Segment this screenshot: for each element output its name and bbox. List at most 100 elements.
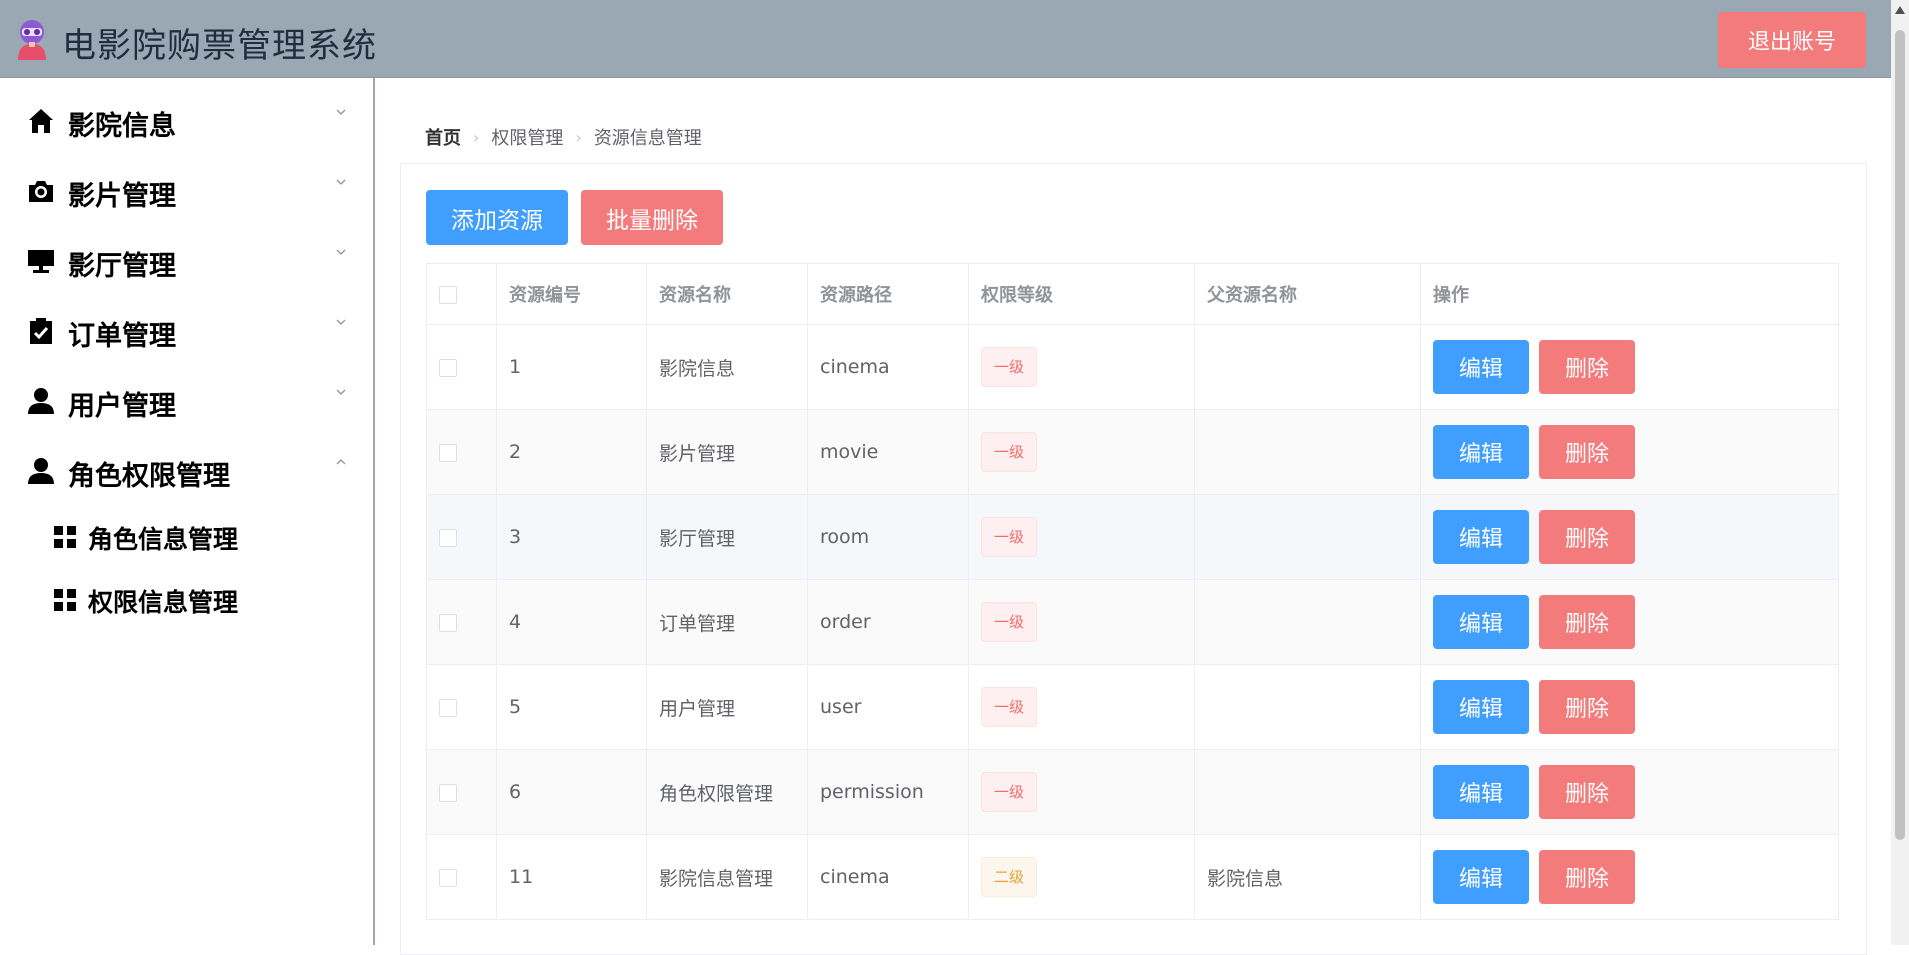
level-tag: 一级 [981,517,1038,557]
cell-actions: 编辑 删除 [1420,749,1839,835]
cinema-avatar-icon [18,20,46,60]
logout-button[interactable]: 退出账号 [1718,12,1866,68]
resource-table: 资源编号 资源名称 资源路径 权限等级 父资源名称 操作 1 影院信息 cinema… [426,263,1839,920]
level-tag: 一级 [981,347,1038,387]
cell-permission-level: 二级 [968,834,1195,920]
sidebar-subitem-label: 角色信息管理 [88,525,239,554]
add-resource-button[interactable]: 添加资源 [426,190,568,245]
row-checkbox[interactable] [439,613,457,632]
delete-button[interactable]: 删除 [1539,425,1635,479]
column-header: 资源编号 [496,263,647,325]
scroll-up-arrow-icon[interactable] [1895,6,1905,14]
table-row: 2 影片管理 movie 一级 编辑 删除 [426,409,1839,495]
cell-resource-id: 4 [496,579,647,665]
cell-parent-name: 影院信息 [1194,834,1421,920]
sidebar-item-role-permission[interactable]: 角色权限管理 [0,448,373,504]
breadcrumb: 首页 › 权限管理 › 资源信息管理 [425,124,702,150]
cell-resource-id: 11 [496,834,647,920]
edit-button[interactable]: 编辑 [1433,510,1529,564]
sidebar-item-label: 影厅管理 [68,251,176,282]
sidebar-item-movie-management[interactable]: 影片管理 [0,168,373,224]
delete-button[interactable]: 删除 [1539,510,1635,564]
cell-actions: 编辑 删除 [1420,664,1839,750]
cell-resource-path: user [807,664,969,750]
sidebar-item-label: 用户管理 [68,391,176,422]
row-checkbox[interactable] [439,443,457,462]
delete-button[interactable]: 删除 [1539,340,1635,394]
sidebar-item-label: 订单管理 [68,321,176,352]
cell-parent-name [1194,749,1421,835]
cell-resource-id: 3 [496,494,647,580]
cell-resource-name: 订单管理 [646,579,808,665]
cell-permission-level: 一级 [968,409,1195,495]
batch-delete-button[interactable]: 批量删除 [581,190,723,245]
cell-actions: 编辑 删除 [1420,324,1839,410]
select-all-checkbox[interactable] [439,285,457,304]
camera-icon [29,181,53,202]
delete-button[interactable]: 删除 [1539,850,1635,904]
edit-button[interactable]: 编辑 [1433,765,1529,819]
user-icon [28,388,54,414]
cell-parent-name [1194,409,1421,495]
delete-button[interactable]: 删除 [1539,680,1635,734]
row-checkbox[interactable] [439,528,457,547]
row-checkbox[interactable] [439,783,457,802]
top-header: 电影院购票管理系统 退出账号 [0,0,1891,78]
row-checkbox[interactable] [439,868,457,887]
cell-resource-path: permission [807,749,969,835]
chevron-down-icon [336,109,346,115]
sidebar-subitem-label: 权限信息管理 [88,588,239,617]
cell-resource-name: 影厅管理 [646,494,808,580]
page-scrollbar[interactable] [1891,0,1909,945]
row-checkbox[interactable] [439,698,457,717]
cell-resource-path: cinema [807,834,969,920]
sidebar-item-label: 角色权限管理 [68,461,230,492]
edit-button[interactable]: 编辑 [1433,850,1529,904]
cell-permission-level: 一级 [968,749,1195,835]
scroll-thumb[interactable] [1895,30,1905,840]
sidebar-item-order-management[interactable]: 订单管理 [0,308,373,364]
row-checkbox[interactable] [439,358,457,377]
table-header-row: 资源编号 资源名称 资源路径 权限等级 父资源名称 操作 [426,263,1839,325]
chevron-down-icon [336,319,346,325]
chevron-down-icon [336,179,346,185]
sidebar: 影院信息 影片管理 影厅管理 订单管理 用户管理 角色权限管理 角色信息管理 权… [0,78,375,945]
cell-resource-path: cinema [807,324,969,410]
cell-permission-level: 一级 [968,324,1195,410]
cell-resource-path: room [807,494,969,580]
column-header: 操作 [1420,263,1839,325]
cell-actions: 编辑 删除 [1420,579,1839,665]
cell-resource-id: 5 [496,664,647,750]
column-header: 资源名称 [646,263,808,325]
delete-button[interactable]: 删除 [1539,595,1635,649]
level-tag: 一级 [981,687,1038,727]
edit-button[interactable]: 编辑 [1433,680,1529,734]
sidebar-item-hall-management[interactable]: 影厅管理 [0,238,373,294]
level-tag: 一级 [981,772,1038,812]
sidebar-subitem-permission-info[interactable]: 权限信息管理 [0,581,373,631]
level-tag: 二级 [981,857,1038,897]
cell-resource-name: 角色权限管理 [646,749,808,835]
edit-button[interactable]: 编辑 [1433,340,1529,394]
breadcrumb-current: 资源信息管理 [593,128,702,149]
edit-button[interactable]: 编辑 [1433,595,1529,649]
cell-parent-name [1194,579,1421,665]
cell-parent-name [1194,324,1421,410]
cell-resource-name: 影院信息管理 [646,834,808,920]
edit-button[interactable]: 编辑 [1433,425,1529,479]
delete-button[interactable]: 删除 [1539,765,1635,819]
cell-actions: 编辑 删除 [1420,834,1839,920]
monitor-icon [28,250,54,273]
sidebar-item-label: 影院信息 [68,111,176,142]
table-row: 6 角色权限管理 permission 一级 编辑 删除 [426,749,1839,835]
cell-permission-level: 一级 [968,664,1195,750]
cell-resource-id: 2 [496,409,647,495]
chevron-up-icon [336,459,346,465]
user-icon [28,458,54,484]
sidebar-item-cinema-info[interactable]: 影院信息 [0,98,373,154]
sidebar-item-user-management[interactable]: 用户管理 [0,378,373,434]
cell-actions: 编辑 删除 [1420,409,1839,495]
sidebar-subitem-role-info[interactable]: 角色信息管理 [0,518,373,568]
breadcrumb-home[interactable]: 首页 [425,124,461,150]
column-header: 父资源名称 [1194,263,1421,325]
